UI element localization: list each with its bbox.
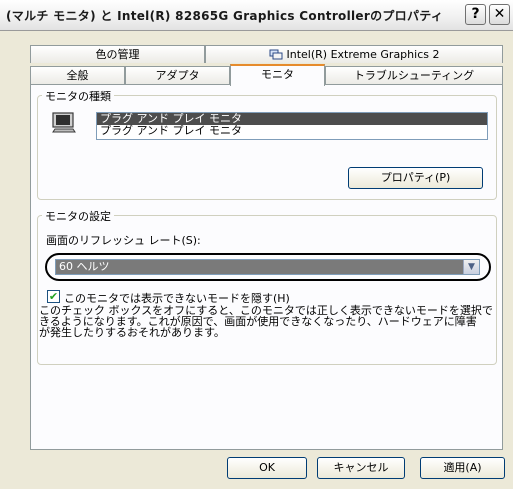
apply-button-label: 適用(A) [443,461,482,474]
tab-label: トラブルシューティング [353,69,475,82]
tab-label: Intel(R) Extreme Graphics 2 [286,48,440,61]
ok-button[interactable]: OK [227,457,307,479]
monitor-tab-panel: モニタの種類 プラグ アンド プレイ モニタ プラグ アンド プレイ モニタ プ… [30,84,503,450]
properties-button-label: プロパティ(P) [380,171,451,184]
close-button[interactable]: ✕ [489,4,510,25]
refresh-rate-select[interactable]: 60 ヘルツ ▼ [55,259,480,275]
help-button[interactable]: ? [465,4,486,25]
tab-label: アダプタ [155,69,200,82]
tab-label: モニタ [261,68,294,81]
properties-dialog: (マルチ モニタ) と Intel(R) 82865G Graphics Con… [0,0,513,489]
hide-modes-checkbox[interactable]: ✔ [47,290,60,303]
properties-button[interactable]: プロパティ(P) [348,167,483,189]
ok-button-label: OK [259,461,275,474]
monitor-settings-title: モニタの設定 [42,208,114,224]
monitor-list-item[interactable]: プラグ アンド プレイ モニタ [97,125,487,137]
cancel-button-label: キャンセル [333,461,389,474]
apply-button[interactable]: 適用(A) [420,457,505,479]
monitor-icon [52,112,76,137]
tab-color-management[interactable]: 色の管理 [30,45,205,63]
monitor-type-group: モニタの種類 プラグ アンド プレイ モニタ プラグ アンド プレイ モニタ プ… [37,88,497,200]
monitor-type-title: モニタの種類 [42,88,114,104]
cancel-button[interactable]: キャンセル [317,457,405,479]
intel-graphics-icon [269,49,283,60]
tab-label: 色の管理 [95,48,140,61]
tab-adapter[interactable]: アダプタ [125,66,230,84]
refresh-rate-value: 60 ヘルツ [59,260,110,273]
title-bar[interactable]: (マルチ モニタ) と Intel(R) 82865G Graphics Con… [0,0,513,31]
chevron-down-icon[interactable]: ▼ [463,260,479,274]
refresh-rate-label: 画面のリフレッシュ レート(S): [46,234,201,247]
tab-label: 全般 [66,69,89,82]
tab-troubleshooting[interactable]: トラブルシューティング [325,66,503,84]
monitor-list[interactable]: プラグ アンド プレイ モニタ プラグ アンド プレイ モニタ [96,112,488,140]
hide-modes-description: このチェック ボックスをオフにすると、このモニタでは正しく表示できないモードを選… [39,305,494,338]
description-line: が発生したりするおそれがあります。 [39,326,225,339]
tab-intel-graphics[interactable]: Intel(R) Extreme Graphics 2 [205,45,503,63]
tab-monitor[interactable]: モニタ [230,64,325,86]
window-title: (マルチ モニタ) と Intel(R) 82865G Graphics Con… [6,9,444,23]
refresh-rate-highlight: 60 ヘルツ ▼ [45,253,491,281]
tab-general[interactable]: 全般 [30,66,125,84]
